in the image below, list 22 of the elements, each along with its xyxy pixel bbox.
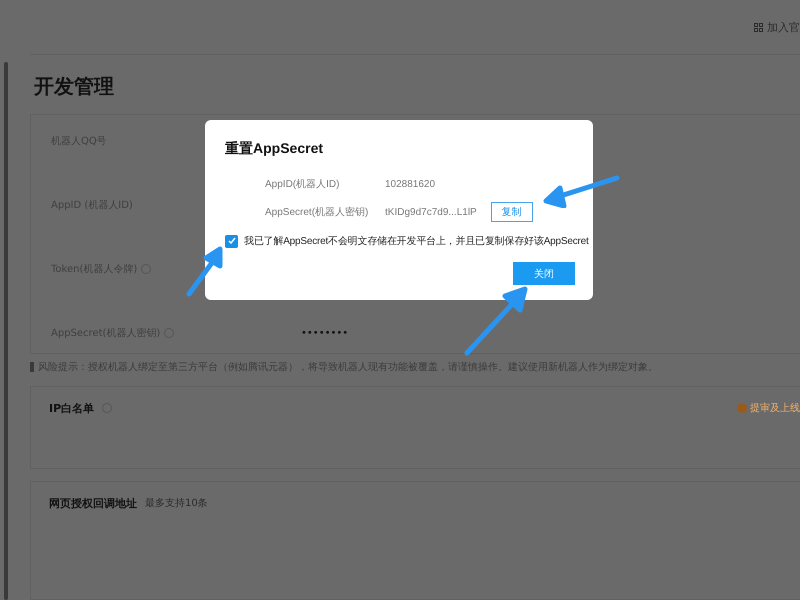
section-title: IP白名单 [49,400,94,416]
dialog-value: 102881620 [385,178,436,190]
checkbox[interactable] [225,234,238,248]
section-hint: 最多支持10条 [145,496,208,510]
dialog-label: AppSecret(机器人密钥) [265,206,370,219]
checkbox-label[interactable]: 我已了解AppSecret不会明文存储在开发平台上，并且已复制保存好该AppSecret [244,234,589,248]
notice-icon [737,402,747,413]
check-icon [228,237,236,245]
notice-text: 提审及上线 [750,402,800,415]
dialog-label: AppID(机器人ID) [265,178,340,191]
section-title: 网页授权回调地址 [49,496,137,511]
dialog-title: 重置AppSecret [225,140,324,158]
grid-icon [754,22,763,32]
dialog-value: tKIDg9d7c7d9...L1lP [385,206,477,218]
join-link-text[interactable]: 加入官 [767,20,800,35]
page-title: 开发管理 [34,73,115,100]
masked-value: •••••••• [301,328,348,339]
copy-button[interactable]: 复制 [490,202,533,222]
join-link[interactable]: 加入官 [754,20,800,35]
close-button[interactable]: 关闭 [513,262,575,285]
warning-bar [30,362,34,372]
scrollbar[interactable] [4,62,8,600]
